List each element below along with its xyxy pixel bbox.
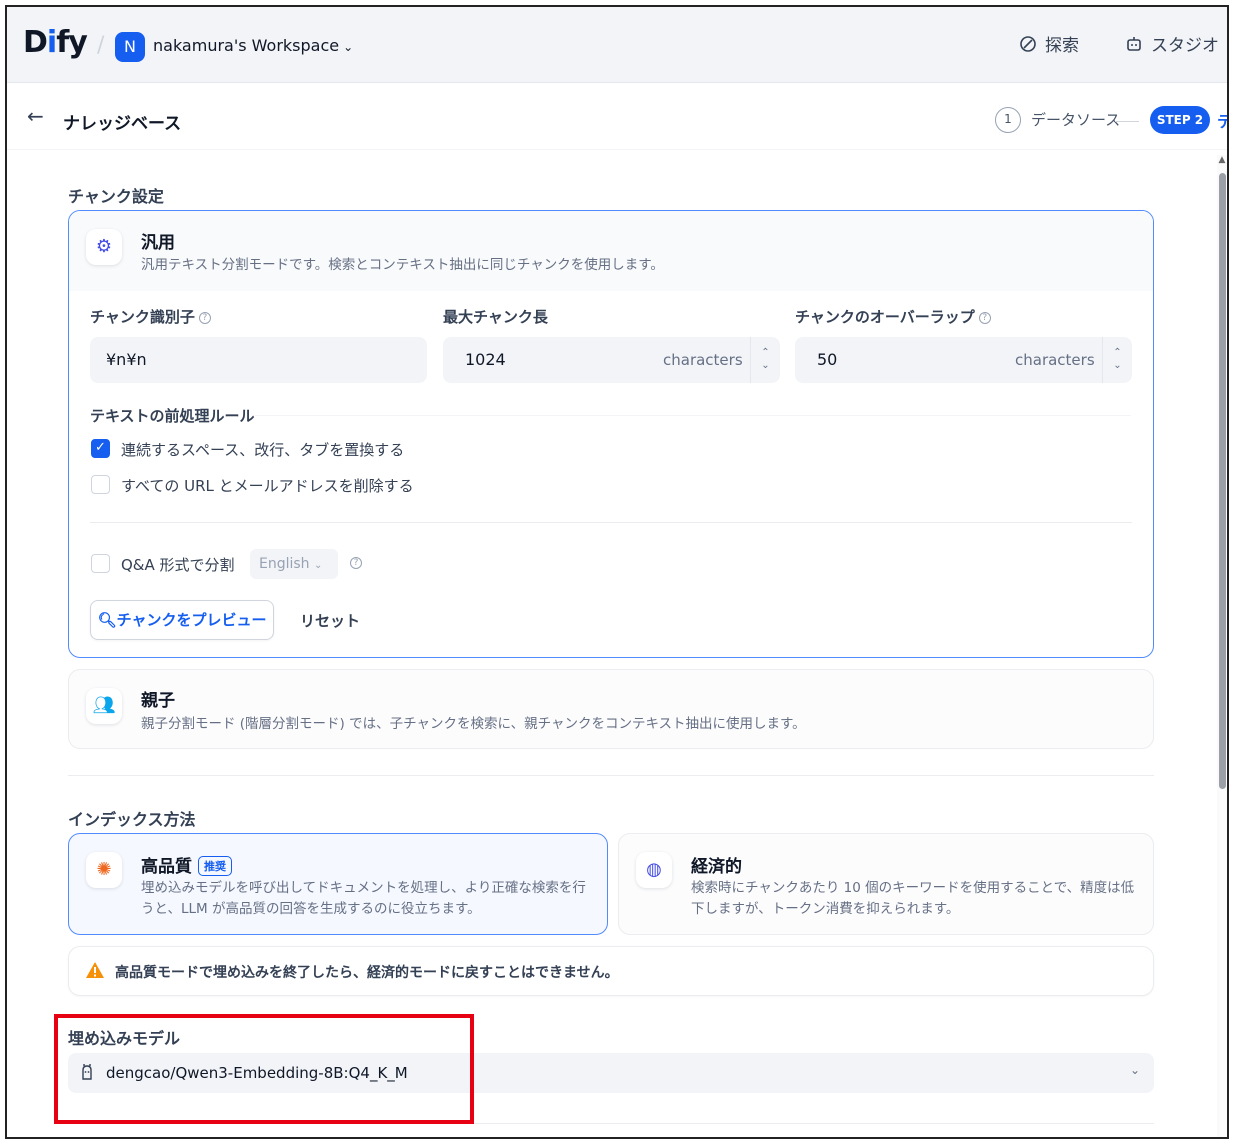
chunk-settings-title: チャンク設定: [68, 187, 164, 206]
divider: [255, 415, 1131, 416]
qa-language-value: English: [259, 556, 310, 572]
economical-card[interactable]: ◍ 経済的 検索時にチャンクあたり 10 個のキーワードを使用することで、精度は…: [618, 833, 1154, 935]
max-chunk-length-label: 最大チャンク長: [443, 308, 548, 326]
remove-urls-label[interactable]: すべての URL とメールアドレスを削除する: [121, 475, 414, 496]
general-mode-description: 汎用テキスト分割モードです。検索とコンテキスト抽出に同じチャンクを使用します。: [141, 257, 664, 273]
index-method-title: インデックス方法: [68, 810, 196, 829]
warning-icon: [86, 962, 104, 978]
chunk-overlap-unit: characters: [1015, 351, 1095, 369]
recommended-badge: 推奨: [198, 856, 232, 876]
app-window: Dify / N nakamura's Workspace ⌄ 探索 スタジオ ←…: [5, 5, 1229, 1139]
warning-text: 高品質モードで埋め込みを終了したら、経済的モードに戻すことはできません。: [115, 965, 619, 981]
step-1-number: 1: [995, 107, 1021, 133]
piggy-bank-icon: ◍: [636, 852, 672, 888]
nav-explore[interactable]: 探索: [1019, 31, 1079, 56]
chevron-down-icon[interactable]: ⌄: [1130, 1063, 1140, 1077]
workspace-name: nakamura's Workspace: [153, 36, 340, 55]
highlight-annotation-box: [54, 1014, 474, 1124]
help-icon[interactable]: ?: [350, 557, 362, 569]
parent-child-description: 親子分割モード (階層分割モード) では、子チャンクを検索に、親チャンクをコンテ…: [141, 716, 806, 732]
chunk-overlap-input[interactable]: 50 characters ⌃ ⌄: [795, 337, 1132, 383]
chevron-down-icon: ⌄: [343, 40, 354, 54]
chunk-identifier-input[interactable]: ¥n¥n: [90, 337, 427, 383]
nav-studio[interactable]: スタジオ: [1125, 31, 1219, 56]
qa-split-checkbox[interactable]: [91, 554, 110, 573]
max-chunk-length-stepper[interactable]: ⌃ ⌄: [750, 337, 780, 383]
economical-title: 経済的: [691, 857, 742, 877]
gear-icon: ⚙: [86, 229, 122, 265]
chevron-down-icon[interactable]: ⌄: [751, 359, 780, 372]
qa-language-select[interactable]: English ⌄: [250, 549, 338, 579]
chevron-down-icon: ⌄: [314, 560, 323, 571]
parent-child-icon: 👥︎: [86, 688, 122, 724]
dify-logo[interactable]: Dify: [23, 25, 88, 60]
scrollbar-thumb[interactable]: [1219, 173, 1226, 789]
step-connector: [1115, 121, 1139, 122]
max-chunk-length-unit: characters: [663, 351, 743, 369]
chevron-up-icon[interactable]: ⌃: [751, 346, 780, 359]
chunk-overlap-value: 50: [817, 350, 838, 369]
qa-split-label[interactable]: Q&A 形式で分割: [121, 554, 235, 575]
parent-child-mode-card[interactable]: 👥︎ 親子 親子分割モード (階層分割モード) では、子チャンクを検索に、親チャ…: [68, 669, 1154, 749]
high-quality-title-text: 高品質: [141, 857, 192, 877]
warning-banner: 高品質モードで埋め込みを終了したら、経済的モードに戻すことはできません。: [68, 946, 1154, 996]
chevron-down-icon[interactable]: ⌄: [1103, 359, 1132, 372]
robot-icon: [1127, 36, 1141, 51]
top-bar: Dify / N nakamura's Workspace ⌄ 探索 スタジオ: [7, 7, 1227, 83]
reset-button[interactable]: リセット: [300, 610, 360, 631]
separator: /: [97, 33, 105, 58]
high-quality-description: 埋め込みモデルを呼び出してドキュメントを処理し、より正確な検索を行うと、LLM …: [141, 880, 586, 917]
workspace-switcher[interactable]: nakamura's Workspace ⌄: [153, 36, 353, 55]
divider: [68, 775, 1154, 776]
chunk-overlap-stepper[interactable]: ⌃ ⌄: [1102, 337, 1132, 383]
back-arrow-icon[interactable]: ←: [27, 104, 44, 128]
nav-studio-label: スタジオ: [1151, 36, 1219, 56]
general-mode-card[interactable]: ⚙ 汎用 汎用テキスト分割モードです。検索とコンテキスト抽出に同じチャンクを使用…: [68, 210, 1154, 658]
general-mode-header: [69, 211, 1153, 291]
step-2-label: テ: [1217, 108, 1227, 132]
parent-child-title: 親子: [141, 691, 175, 711]
star-icon: ✺: [86, 852, 122, 888]
high-quality-card[interactable]: ✺ 高品質 推奨 埋め込みモデルを呼び出してドキュメントを処理し、より正確な検索を…: [68, 833, 608, 935]
step-1-label: データソース: [1031, 111, 1121, 129]
nav-explore-label: 探索: [1045, 36, 1079, 56]
preprocess-rules-title: テキストの前処理ルール: [90, 407, 255, 425]
chunk-overlap-label: チャンクのオーバーラップ?: [795, 306, 991, 327]
divider: [90, 522, 1132, 523]
chunk-overlap-label-text: チャンクのオーバーラップ: [795, 308, 975, 326]
help-icon[interactable]: ?: [978, 311, 991, 324]
remove-urls-checkbox[interactable]: [91, 475, 110, 494]
search-icon: 🔍︎: [97, 611, 117, 629]
sub-header: ← ナレッジベース 1 データソース STEP 2 テ: [7, 84, 1227, 150]
max-chunk-length-input[interactable]: 1024 characters ⌃ ⌄: [443, 337, 780, 383]
replace-spaces-label[interactable]: 連続するスペース、改行、タブを置換する: [121, 439, 404, 460]
general-mode-title: 汎用: [141, 233, 175, 253]
chunk-identifier-label: チャンク識別子?: [90, 306, 211, 327]
breadcrumb[interactable]: ナレッジベース: [63, 109, 181, 134]
replace-spaces-checkbox[interactable]: ✓: [91, 439, 110, 458]
scroll-up-icon[interactable]: ▲: [1217, 155, 1227, 165]
economical-description: 検索時にチャンクあたり 10 個のキーワードを使用することで、精度は低下しますが…: [691, 880, 1135, 917]
max-chunk-length-value: 1024: [465, 350, 506, 369]
chunk-identifier-value: ¥n¥n: [106, 350, 147, 369]
high-quality-title: 高品質 推奨: [141, 852, 232, 877]
chevron-up-icon[interactable]: ⌃: [1103, 346, 1132, 359]
preview-chunks-label: チャンクをプレビュー: [116, 611, 267, 629]
help-icon[interactable]: ?: [198, 311, 211, 324]
step-2-badge: STEP 2: [1150, 106, 1210, 134]
preview-chunks-button[interactable]: 🔍︎チャンクをプレビュー: [90, 600, 274, 640]
workspace-avatar[interactable]: N: [115, 32, 145, 62]
chunk-identifier-label-text: チャンク識別子: [90, 308, 195, 326]
compass-icon: [1020, 35, 1036, 52]
